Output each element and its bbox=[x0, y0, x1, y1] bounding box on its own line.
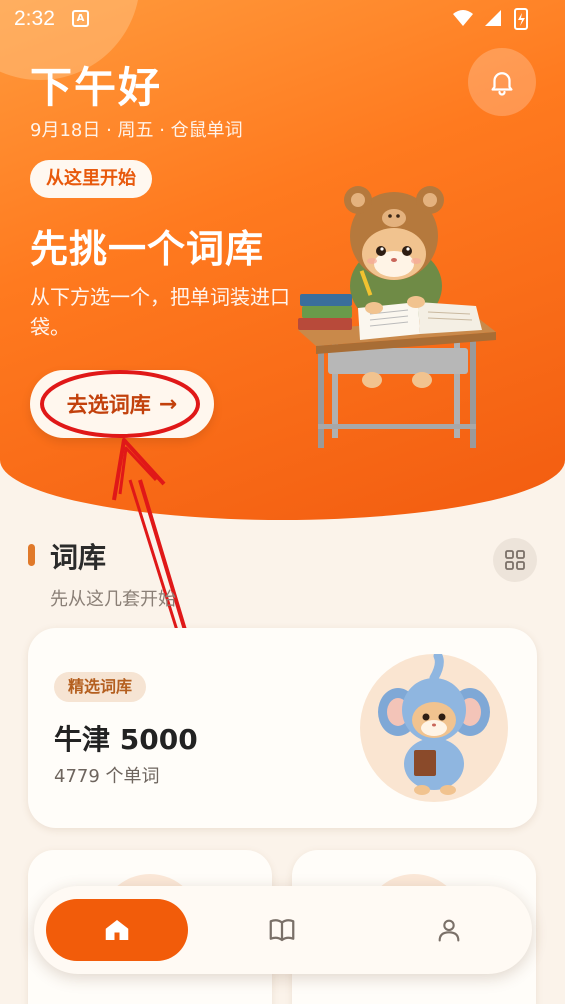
section-title: 词库 bbox=[50, 541, 107, 574]
book-icon bbox=[269, 919, 295, 942]
person-icon bbox=[438, 919, 460, 942]
bottom-navigation bbox=[34, 886, 532, 974]
featured-badge: 精选词库 bbox=[54, 672, 147, 702]
elephant-hamster-illustration bbox=[360, 651, 508, 802]
choose-wordbank-label: 去选词库 bbox=[66, 393, 151, 417]
a-badge-icon: A bbox=[72, 10, 89, 27]
nav-profile-tab[interactable] bbox=[429, 910, 469, 950]
bell-icon bbox=[491, 72, 513, 96]
home-icon bbox=[105, 920, 129, 940]
grid-view-button[interactable] bbox=[493, 538, 537, 582]
wifi-icon bbox=[453, 10, 473, 26]
status-icons bbox=[451, 6, 551, 37]
hero-title: 先挑一个词库 bbox=[30, 227, 265, 271]
choose-wordbank-button[interactable]: 去选词库 → bbox=[30, 370, 214, 438]
signal-icon bbox=[485, 10, 501, 26]
arrow-right-icon: → bbox=[158, 391, 178, 417]
date-subtitle: 9月18日 · 周五 · 仓鼠单词 bbox=[30, 120, 243, 141]
wordbank-title: 牛津 5000 bbox=[54, 723, 198, 756]
grid-icon bbox=[505, 550, 525, 570]
notification-button[interactable] bbox=[468, 48, 536, 116]
nav-home-tab[interactable] bbox=[46, 899, 188, 961]
hamster-study-illustration bbox=[298, 186, 496, 448]
section-subtitle: 先从这几套开始 bbox=[50, 589, 176, 610]
section-accent-bar bbox=[28, 544, 35, 566]
featured-wordbank-card[interactable]: 精选词库 牛津 5000 4779 个单词 bbox=[28, 628, 537, 828]
nav-book-tab[interactable] bbox=[262, 910, 302, 950]
hero-description: 从下方选一个，把单词装进口袋。 bbox=[30, 285, 290, 339]
greeting-title: 下午好 bbox=[30, 63, 163, 112]
status-time: 2:32 bbox=[14, 7, 55, 30]
status-bar: 2:32 A bbox=[0, 0, 565, 38]
word-count: 4779 个单词 bbox=[54, 766, 160, 787]
start-here-chip: 从这里开始 bbox=[30, 160, 152, 198]
